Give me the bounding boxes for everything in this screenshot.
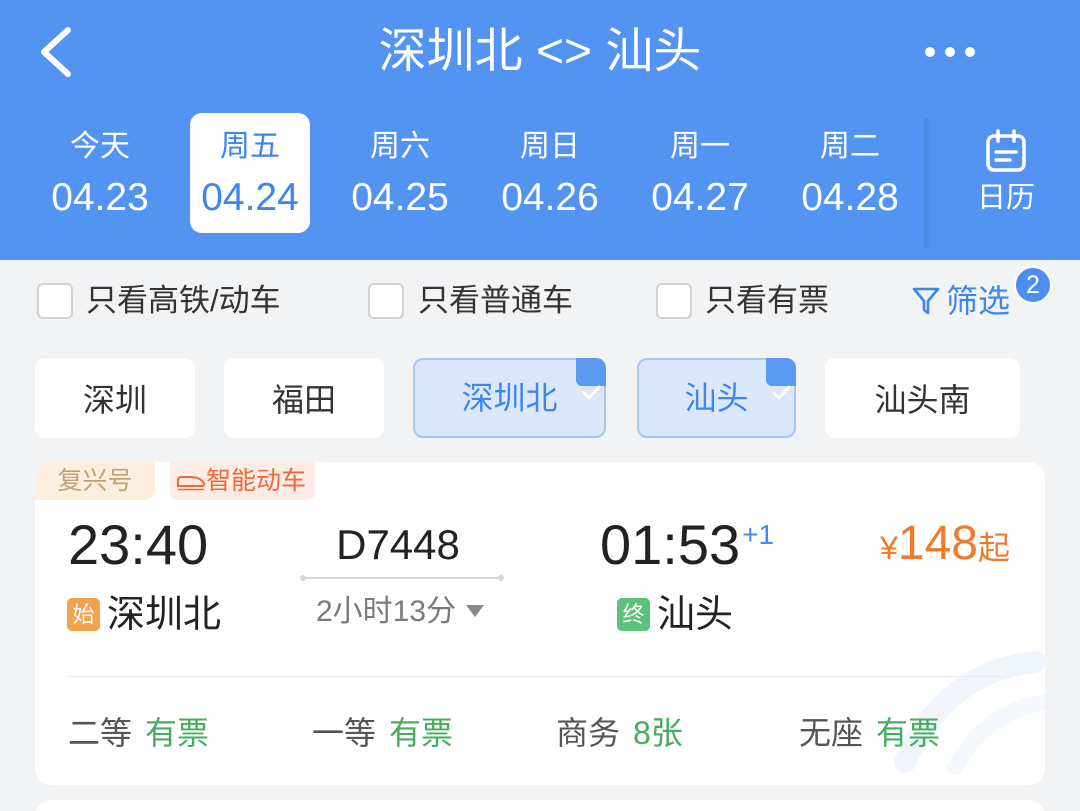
card-divider bbox=[68, 676, 1010, 677]
seat-first-class: 一等 有票 bbox=[312, 713, 453, 753]
filter-count-badge: 2 bbox=[1014, 266, 1052, 304]
filter-icon bbox=[912, 287, 940, 315]
checkbox-high-speed-only[interactable] bbox=[37, 283, 73, 319]
more-dots-icon bbox=[925, 47, 975, 57]
date-tab-date: 04.25 bbox=[351, 176, 449, 219]
tag-smart-emu-label: 智能动车 bbox=[206, 467, 307, 495]
top-header: 深圳北 <> 汕头 今天 04.23 周五 04.24 周六 04.25 周日 … bbox=[0, 0, 1080, 260]
station-chip-label: 福田 bbox=[271, 382, 336, 418]
route-line bbox=[300, 575, 504, 581]
chevron-left-icon bbox=[41, 27, 71, 77]
date-tab-date: 04.24 bbox=[201, 176, 299, 219]
from-station: 深圳北 bbox=[107, 594, 222, 636]
page-title: 深圳北 <> 汕头 bbox=[378, 25, 702, 78]
seat-class-label: 一等 bbox=[312, 715, 377, 751]
date-tabs-divider bbox=[924, 118, 932, 248]
seat-class-label: 二等 bbox=[68, 715, 133, 751]
date-tab-day: 周六 bbox=[370, 130, 430, 163]
station-chip-shenzhen[interactable]: 深圳 bbox=[35, 358, 195, 438]
tag-fuxing: 复兴号 bbox=[35, 462, 155, 500]
bullet-train-icon bbox=[177, 476, 206, 491]
tag-smart-emu: 智能动车 bbox=[170, 462, 315, 500]
station-chip-label: 深圳北 bbox=[461, 380, 558, 416]
seat-no-seat: 无座 有票 bbox=[799, 713, 940, 753]
triangle-down-icon bbox=[466, 605, 485, 617]
date-tab-date: 04.27 bbox=[651, 176, 749, 219]
date-tab-day: 周一 bbox=[670, 130, 730, 163]
station-chip-label: 汕头 bbox=[684, 380, 749, 416]
date-tab-0428[interactable]: 周二 04.28 bbox=[775, 113, 925, 233]
calendar-button[interactable]: 日历 bbox=[950, 124, 1062, 240]
date-tab-0426[interactable]: 周日 04.26 bbox=[475, 113, 625, 233]
price-symbol: ¥ bbox=[880, 530, 898, 566]
seat-class-label: 无座 bbox=[799, 715, 864, 751]
station-chip-label: 汕头南 bbox=[874, 382, 971, 418]
checkbox-label-available-only[interactable]: 只看有票 bbox=[705, 280, 829, 322]
date-tab-day: 周二 bbox=[820, 130, 880, 163]
depart-time: 23:40 bbox=[68, 513, 209, 576]
date-tab-0427[interactable]: 周一 04.27 bbox=[625, 113, 775, 233]
date-tabs: 今天 04.23 周五 04.24 周六 04.25 周日 04.26 周一 0… bbox=[25, 113, 925, 233]
date-tab-day: 今天 bbox=[70, 130, 130, 163]
end-station-badge: 终 bbox=[617, 598, 650, 631]
checkbox-label-normal-train-only[interactable]: 只看普通车 bbox=[418, 280, 573, 322]
date-tab-date: 04.28 bbox=[801, 176, 899, 219]
seat-availability: 8张 bbox=[633, 715, 683, 751]
price: ¥148起 bbox=[880, 514, 1010, 585]
seat-second-class: 二等 有票 bbox=[68, 713, 209, 753]
date-tab-day: 周日 bbox=[520, 130, 580, 163]
filter-button[interactable]: 筛选 bbox=[908, 280, 1018, 322]
checkbox-normal-train-only[interactable] bbox=[368, 283, 404, 319]
train-number: D7448 bbox=[336, 521, 460, 568]
checkbox-available-only[interactable] bbox=[656, 283, 692, 319]
station-chip-shantounan[interactable]: 汕头南 bbox=[825, 358, 1020, 438]
train-card-d7448[interactable]: 复兴号 智能动车 23:40 D7448 2小时13分 01:53+1 ¥148… bbox=[35, 462, 1045, 785]
check-icon bbox=[766, 358, 796, 400]
station-chip-shenzhenbei[interactable]: 深圳北 bbox=[413, 358, 606, 438]
station-chip-label: 深圳 bbox=[82, 382, 147, 418]
next-train-card[interactable] bbox=[35, 800, 1045, 811]
more-button[interactable] bbox=[920, 42, 980, 62]
calendar-label: 日历 bbox=[976, 182, 1035, 214]
back-button[interactable] bbox=[34, 26, 78, 78]
arrive-time-group: 01:53+1 bbox=[600, 513, 774, 587]
seat-class-label: 商务 bbox=[556, 715, 621, 751]
checkbox-label-high-speed-only[interactable]: 只看高铁/动车 bbox=[86, 280, 281, 322]
to-station: 汕头 bbox=[657, 594, 734, 636]
train-watermark-icon bbox=[894, 651, 1045, 775]
start-station-badge: 始 bbox=[67, 598, 100, 631]
date-tab-0425[interactable]: 周六 04.25 bbox=[325, 113, 475, 233]
day-offset: +1 bbox=[742, 519, 775, 550]
duration-toggle[interactable]: 2小时13分 bbox=[285, 592, 515, 632]
date-tab-day: 周五 bbox=[220, 130, 280, 163]
station-chip-futian[interactable]: 福田 bbox=[224, 358, 384, 438]
seat-availability: 有票 bbox=[145, 715, 210, 751]
date-tab-date: 04.23 bbox=[51, 176, 149, 219]
seat-availability: 有票 bbox=[876, 715, 941, 751]
date-tab-0423[interactable]: 今天 04.23 bbox=[25, 113, 175, 233]
filter-label: 筛选 bbox=[946, 283, 1011, 319]
calendar-icon bbox=[986, 129, 1026, 172]
duration-text: 2小时13分 bbox=[315, 595, 457, 628]
price-suffix: 起 bbox=[977, 530, 1010, 566]
station-chip-shantou[interactable]: 汕头 bbox=[637, 358, 796, 438]
price-value: 148 bbox=[897, 517, 978, 570]
check-icon bbox=[576, 358, 606, 400]
seat-business-class: 商务 8张 bbox=[556, 713, 683, 753]
arrive-time: 01:53 bbox=[600, 513, 741, 576]
date-tab-date: 04.26 bbox=[501, 176, 599, 219]
seat-availability: 有票 bbox=[389, 715, 454, 751]
date-tab-0424[interactable]: 周五 04.24 bbox=[175, 113, 325, 233]
